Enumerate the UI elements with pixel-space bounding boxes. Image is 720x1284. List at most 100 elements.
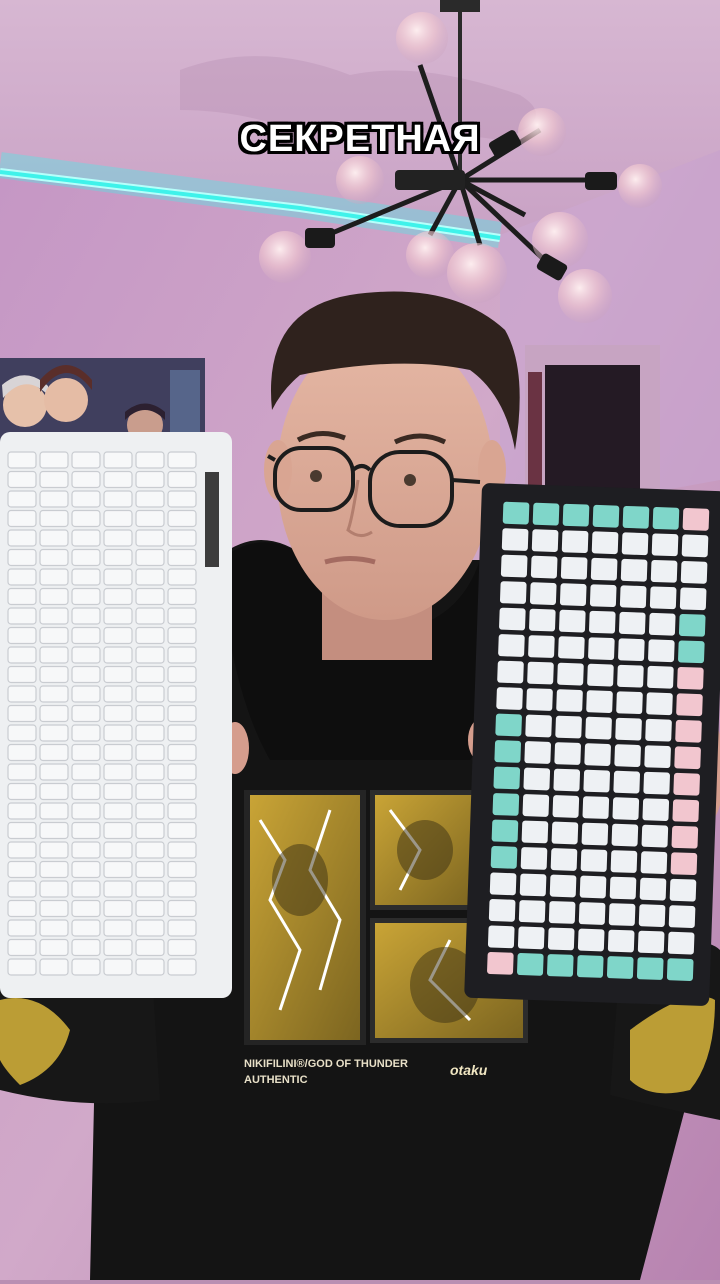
anime-poster xyxy=(0,358,205,443)
keycap xyxy=(547,927,575,951)
keycap xyxy=(71,724,101,742)
keycap xyxy=(562,503,590,527)
keycap xyxy=(167,607,197,625)
keycap xyxy=(607,929,635,953)
keycap xyxy=(103,646,133,664)
keycap xyxy=(643,771,670,795)
keycap xyxy=(526,688,553,711)
keycap xyxy=(71,685,101,703)
keycap xyxy=(652,506,680,530)
keycap xyxy=(135,802,165,820)
keycap xyxy=(39,782,69,801)
keycap xyxy=(502,501,530,525)
keycap xyxy=(7,451,37,469)
keycap xyxy=(103,821,133,840)
keycap xyxy=(549,874,577,898)
keycap xyxy=(167,743,197,762)
keycap xyxy=(529,582,557,605)
shirt-print-line1: NIKIFILINI®/GOD OF THUNDER xyxy=(244,1058,408,1070)
keycap xyxy=(71,704,101,723)
keycap xyxy=(7,821,37,840)
keycap xyxy=(103,802,133,820)
keycap xyxy=(71,763,101,781)
keycap xyxy=(39,607,69,625)
keycap xyxy=(583,769,611,793)
keycap xyxy=(103,860,133,879)
keycap xyxy=(554,742,581,765)
keycap xyxy=(518,900,546,923)
keycap xyxy=(680,561,708,584)
keycap xyxy=(71,821,101,840)
keycap xyxy=(71,568,101,586)
keycap xyxy=(7,470,37,489)
keycap xyxy=(167,919,197,937)
keycap xyxy=(7,919,37,937)
keycap xyxy=(609,876,637,900)
keycap xyxy=(492,793,520,816)
keycap xyxy=(71,743,101,762)
keycap xyxy=(71,490,101,508)
keycap xyxy=(103,919,133,937)
keycap xyxy=(7,548,37,567)
keycap xyxy=(7,938,37,957)
keycap xyxy=(167,509,197,528)
keycap xyxy=(39,763,69,781)
keycap xyxy=(103,470,133,489)
keycap xyxy=(71,548,101,567)
keycap xyxy=(7,802,37,820)
keycap xyxy=(679,587,707,611)
keycap xyxy=(585,716,612,740)
keycap xyxy=(493,766,521,790)
keycap xyxy=(7,490,37,508)
keycap xyxy=(103,607,133,625)
keycap xyxy=(167,899,197,918)
keycap xyxy=(641,824,669,848)
keycap xyxy=(555,715,582,739)
keycap xyxy=(592,504,620,528)
keycap xyxy=(135,587,165,606)
keycap xyxy=(580,849,608,872)
keycap xyxy=(103,958,133,976)
keycap xyxy=(71,587,101,606)
keycap xyxy=(135,470,165,489)
keycap xyxy=(103,841,133,859)
keycap xyxy=(7,860,37,879)
keycap xyxy=(606,956,634,979)
keycap xyxy=(579,875,607,899)
keycap xyxy=(7,782,37,801)
keycap xyxy=(167,958,197,976)
keycap xyxy=(530,555,558,579)
keycap xyxy=(650,559,678,583)
keycap xyxy=(103,587,133,606)
shirt-print-brand: otaku xyxy=(450,1062,488,1078)
keycap xyxy=(135,626,165,645)
glass-bulb xyxy=(259,231,311,283)
keycap xyxy=(167,763,197,781)
keycap xyxy=(498,634,525,657)
keycap xyxy=(103,938,133,957)
keycap xyxy=(103,724,133,742)
glass-bulb xyxy=(558,269,612,323)
scene-illustration xyxy=(0,0,720,1280)
keycap xyxy=(167,782,197,801)
keycap xyxy=(167,548,197,567)
keycap xyxy=(558,636,585,659)
keycap xyxy=(39,919,69,937)
keycap xyxy=(582,796,610,819)
keycap xyxy=(499,607,526,631)
keycap xyxy=(103,899,133,918)
glass-bulb xyxy=(396,12,448,64)
keycap xyxy=(135,782,165,801)
keycap xyxy=(620,558,648,582)
keycap xyxy=(135,880,165,898)
keycap xyxy=(135,743,165,762)
keycap xyxy=(71,470,101,489)
keycap xyxy=(675,719,702,743)
keycap xyxy=(135,958,165,976)
keycap xyxy=(500,554,528,578)
keycap xyxy=(519,873,547,897)
keycap xyxy=(71,665,101,684)
teal-pink-keyboard xyxy=(464,483,720,1006)
keycap xyxy=(669,878,697,902)
keycap xyxy=(681,534,709,558)
